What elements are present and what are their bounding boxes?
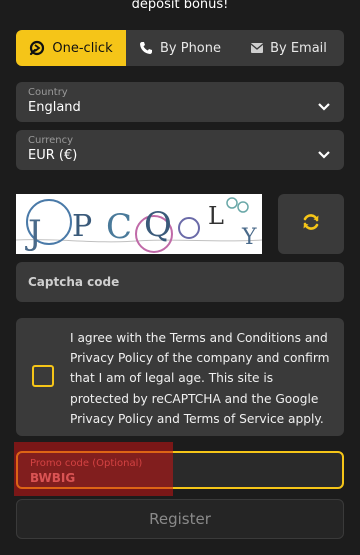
terms-agreement: I agree with the Terms and Conditions an… xyxy=(16,318,344,436)
registration-method-tabs: One-click By Phone By Email xyxy=(16,30,344,66)
country-select[interactable]: Country England xyxy=(16,82,344,122)
captcha-image: J P C Q L Y xyxy=(16,194,262,254)
terms-checkbox[interactable] xyxy=(32,365,54,387)
email-icon xyxy=(251,43,264,53)
chevron-down-icon xyxy=(318,96,330,115)
tab-label: By Phone xyxy=(159,40,221,56)
tab-by-phone[interactable]: By Phone xyxy=(126,30,234,66)
tab-by-email[interactable]: By Email xyxy=(234,30,344,66)
promo-code-value: BWBIG xyxy=(30,471,76,485)
captcha-char: L xyxy=(208,202,224,230)
currency-select[interactable]: Currency EUR (€) xyxy=(16,130,344,170)
currency-label: Currency xyxy=(28,135,74,146)
tab-label: By Email xyxy=(270,40,327,56)
tab-label: One-click xyxy=(52,40,113,56)
currency-value: EUR (€) xyxy=(28,148,78,163)
promo-code-label: Promo code (Optional) xyxy=(30,458,143,469)
one-click-icon xyxy=(29,40,45,56)
phone-icon xyxy=(139,41,153,55)
captcha-char: C xyxy=(106,207,132,247)
refresh-captcha-button[interactable] xyxy=(278,194,344,254)
country-label: Country xyxy=(28,87,68,98)
deposit-bonus-text: deposit bonus! xyxy=(131,0,229,12)
captcha-char: P xyxy=(72,209,92,244)
chevron-down-icon xyxy=(318,144,330,163)
country-value: England xyxy=(28,100,81,115)
captcha-code-input[interactable] xyxy=(16,262,344,302)
refresh-icon xyxy=(301,212,321,236)
register-button[interactable]: Register xyxy=(16,499,344,539)
tab-one-click[interactable]: One-click xyxy=(16,30,126,66)
captcha-char: Y xyxy=(241,225,257,250)
promo-code-field[interactable]: Promo code (Optional) BWBIG xyxy=(16,451,344,489)
terms-text: I agree with the Terms and Conditions an… xyxy=(70,331,330,426)
captcha-char: Q xyxy=(144,205,172,245)
captcha-char: J xyxy=(25,213,42,253)
